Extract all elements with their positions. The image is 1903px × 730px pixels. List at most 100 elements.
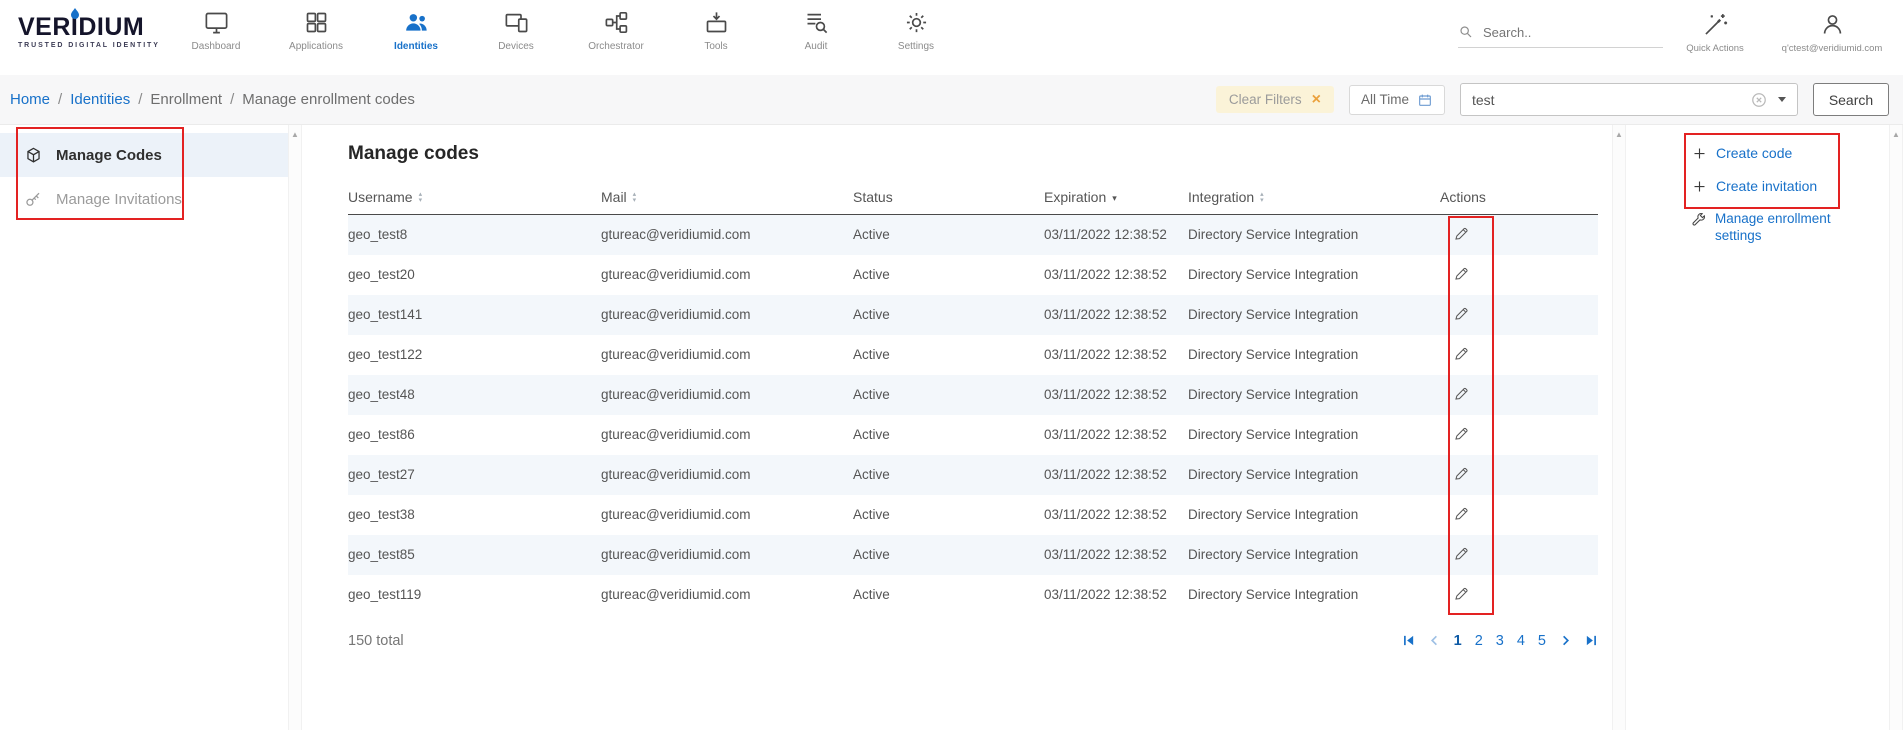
- sidebar-item-manage-invitations[interactable]: Manage Invitations: [0, 177, 288, 221]
- breadcrumb-home[interactable]: Home: [10, 91, 50, 108]
- cell-status: Active: [853, 215, 1044, 255]
- user-avatar-icon: [1819, 10, 1846, 38]
- breadcrumb-current: Manage enrollment codes: [242, 91, 415, 108]
- cell-mail: gtureac@veridiumid.com: [601, 455, 853, 495]
- nav-item-identities[interactable]: Identities: [366, 8, 466, 52]
- page-number[interactable]: 1: [1454, 633, 1462, 649]
- scroll-up-icon[interactable]: ▲: [1615, 130, 1623, 139]
- cell-status: Active: [853, 255, 1044, 295]
- cell-integration: Directory Service Integration: [1188, 415, 1440, 455]
- user-menu[interactable]: q'ctest@veridiumid.com: [1766, 10, 1898, 54]
- scroll-up-icon[interactable]: ▲: [1892, 130, 1900, 139]
- main-scrollbar[interactable]: ▲: [1612, 125, 1626, 730]
- table-footer: 150 total 1 2 3 4 5: [348, 633, 1598, 649]
- edit-pencil-icon[interactable]: [1453, 585, 1470, 602]
- page-number[interactable]: 5: [1538, 633, 1546, 649]
- page-number[interactable]: 2: [1475, 633, 1483, 649]
- table-row[interactable]: geo_test122 gtureac@veridiumid.com Activ…: [348, 335, 1598, 375]
- table-header-row: Username▴▾ Mail▴▾ Status Expiration▾ Int…: [348, 179, 1598, 215]
- cell-username: geo_test119: [348, 575, 601, 615]
- scroll-up-icon[interactable]: ▲: [291, 130, 299, 139]
- column-header-mail[interactable]: Mail▴▾: [601, 179, 853, 215]
- edit-pencil-icon[interactable]: [1453, 345, 1470, 362]
- filter-search-box: [1460, 83, 1798, 116]
- filter-search-input[interactable]: [1472, 92, 1740, 108]
- column-header-integration[interactable]: Integration▴▾: [1188, 179, 1440, 215]
- breadcrumb-identities[interactable]: Identities: [70, 91, 130, 108]
- clear-filters-x-icon[interactable]: ×: [1312, 94, 1321, 106]
- table-row[interactable]: geo_test141 gtureac@veridiumid.com Activ…: [348, 295, 1598, 335]
- cell-expiration: 03/11/2022 12:38:52: [1044, 295, 1188, 335]
- settings-gear-icon: [903, 8, 930, 36]
- table-row[interactable]: geo_test27 gtureac@veridiumid.com Active…: [348, 455, 1598, 495]
- cell-status: Active: [853, 495, 1044, 535]
- create-code-link[interactable]: Create code: [1692, 145, 1889, 161]
- nav-item-orchestrator[interactable]: Orchestrator: [566, 8, 666, 52]
- cell-mail: gtureac@veridiumid.com: [601, 415, 853, 455]
- cell-integration: Directory Service Integration: [1188, 295, 1440, 335]
- edit-pencil-icon[interactable]: [1453, 545, 1470, 562]
- table-row[interactable]: geo_test38 gtureac@veridiumid.com Active…: [348, 495, 1598, 535]
- page-number[interactable]: 4: [1517, 633, 1525, 649]
- applications-icon: [303, 8, 330, 36]
- edit-pencil-icon[interactable]: [1453, 385, 1470, 402]
- global-search-input[interactable]: [1483, 25, 1638, 40]
- global-search[interactable]: [1458, 24, 1663, 48]
- edit-pencil-icon[interactable]: [1453, 305, 1470, 322]
- table-row[interactable]: geo_test20 gtureac@veridiumid.com Active…: [348, 255, 1598, 295]
- column-header-expiration[interactable]: Expiration▾: [1044, 179, 1188, 215]
- cell-integration: Directory Service Integration: [1188, 255, 1440, 295]
- magic-wand-icon: [1702, 10, 1729, 38]
- clear-input-icon[interactable]: [1751, 92, 1767, 108]
- nav-item-audit[interactable]: Audit: [766, 8, 866, 52]
- calendar-icon: [1417, 92, 1433, 108]
- edit-pencil-icon[interactable]: [1453, 505, 1470, 522]
- cell-mail: gtureac@veridiumid.com: [601, 255, 853, 295]
- edit-pencil-icon[interactable]: [1453, 225, 1470, 242]
- edit-pencil-icon[interactable]: [1453, 425, 1470, 442]
- prev-page-icon[interactable]: [1428, 634, 1441, 647]
- edit-pencil-icon[interactable]: [1453, 265, 1470, 282]
- next-page-icon[interactable]: [1559, 634, 1572, 647]
- top-nav-bar: VERIDIUM TRUSTED DIGITAL IDENTITY Dashbo…: [0, 0, 1903, 75]
- nav-item-devices[interactable]: Devices: [466, 8, 566, 52]
- cell-expiration: 03/11/2022 12:38:52: [1044, 415, 1188, 455]
- invitation-key-icon: [24, 190, 43, 209]
- nav-item-applications[interactable]: Applications: [266, 8, 366, 52]
- dropdown-caret-icon[interactable]: [1778, 97, 1786, 102]
- table-row[interactable]: geo_test119 gtureac@veridiumid.com Activ…: [348, 575, 1598, 615]
- nav-item-settings[interactable]: Settings: [866, 8, 966, 52]
- sidebar-scrollbar[interactable]: ▲: [288, 125, 302, 730]
- time-range-button[interactable]: All Time: [1349, 85, 1445, 115]
- search-button[interactable]: Search: [1813, 83, 1889, 116]
- quick-actions-button[interactable]: Quick Actions: [1672, 10, 1758, 54]
- clear-filters-button[interactable]: Clear Filters ×: [1216, 86, 1334, 113]
- table-row[interactable]: geo_test8 gtureac@veridiumid.com Active …: [348, 215, 1598, 255]
- manage-enrollment-settings-link[interactable]: Manage enrollment settings: [1690, 211, 1889, 245]
- wrench-icon: [1690, 211, 1707, 228]
- edit-pencil-icon[interactable]: [1453, 465, 1470, 482]
- table-row[interactable]: geo_test85 gtureac@veridiumid.com Active…: [348, 535, 1598, 575]
- cell-mail: gtureac@veridiumid.com: [601, 575, 853, 615]
- cell-mail: gtureac@veridiumid.com: [601, 495, 853, 535]
- page-number[interactable]: 3: [1496, 633, 1504, 649]
- sidebar-item-manage-codes[interactable]: Manage Codes: [0, 133, 288, 177]
- page-scrollbar[interactable]: ▲: [1889, 125, 1903, 730]
- right-actions-panel: Create code Create invitation Manage enr…: [1626, 125, 1889, 730]
- column-header-username[interactable]: Username▴▾: [348, 179, 601, 215]
- brand-name: VERIDIUM: [18, 14, 160, 41]
- nav-item-tools[interactable]: Tools: [666, 8, 766, 52]
- cell-mail: gtureac@veridiumid.com: [601, 295, 853, 335]
- last-page-icon[interactable]: [1585, 634, 1598, 647]
- breadcrumb-bar: Home / Identities / Enrollment / Manage …: [0, 75, 1903, 125]
- cell-actions: [1440, 375, 1598, 415]
- nav-item-dashboard[interactable]: Dashboard: [166, 8, 266, 52]
- manage-codes-panel: Manage codes Username▴▾ Mail▴▾ Status Ex…: [302, 125, 1612, 730]
- column-header-status[interactable]: Status: [853, 179, 1044, 215]
- table-row[interactable]: geo_test86 gtureac@veridiumid.com Active…: [348, 415, 1598, 455]
- brand-logo[interactable]: VERIDIUM TRUSTED DIGITAL IDENTITY: [18, 14, 160, 49]
- create-invitation-link[interactable]: Create invitation: [1692, 178, 1889, 194]
- first-page-icon[interactable]: [1402, 634, 1415, 647]
- column-header-actions: Actions: [1440, 179, 1598, 215]
- table-row[interactable]: geo_test48 gtureac@veridiumid.com Active…: [348, 375, 1598, 415]
